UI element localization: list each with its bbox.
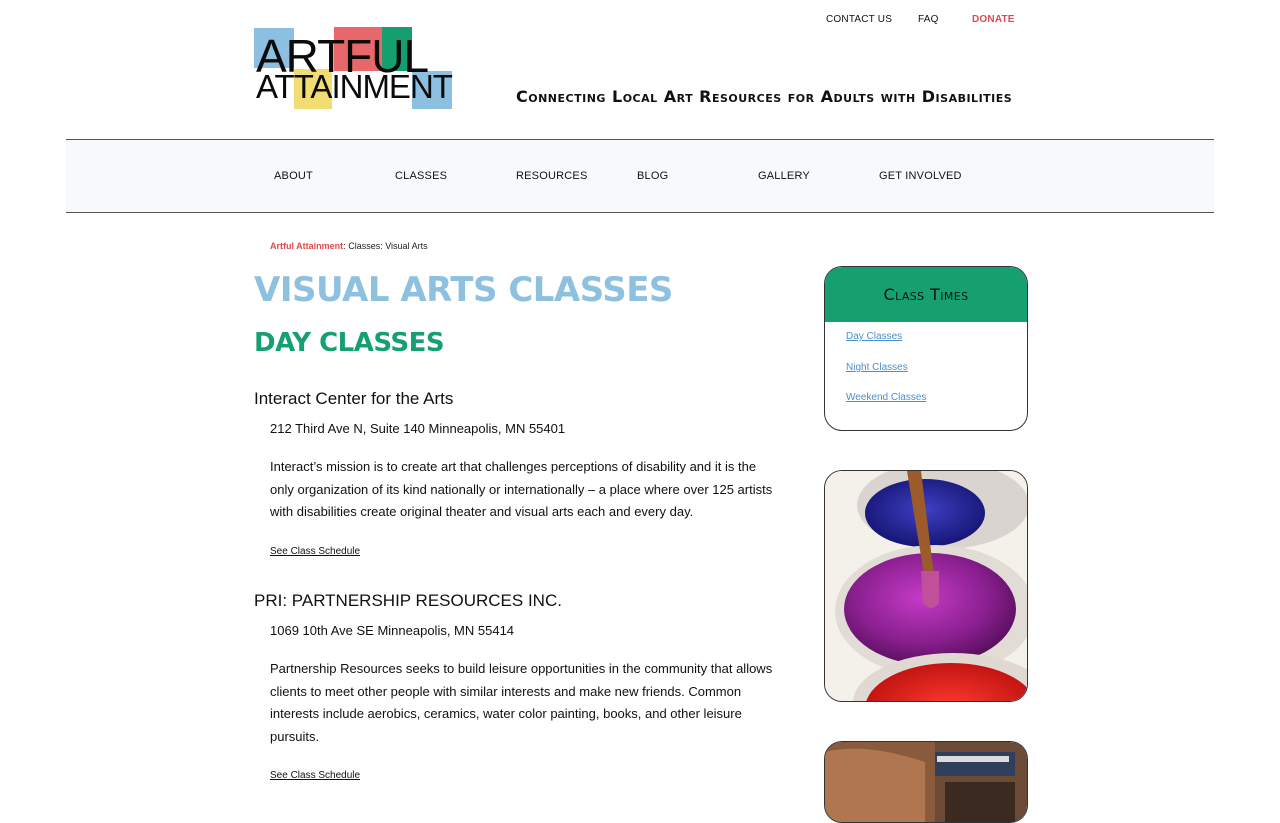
org-description: Partnership Resources seeks to build lei… bbox=[270, 661, 773, 744]
org-address: 212 Third Ave N, Suite 140 Minneapolis, … bbox=[270, 421, 566, 436]
nav-classes[interactable]: CLASSES bbox=[395, 170, 447, 182]
class-times-box: Class Times Day Classes Night Classes We… bbox=[824, 266, 1028, 431]
breadcrumb: Artful Attainment: Classes: Visual Arts bbox=[270, 241, 428, 251]
paint-pots-image bbox=[824, 470, 1028, 702]
org-address: 1069 10th Ave SE Minneapolis, MN 55414 bbox=[270, 623, 515, 638]
see-class-schedule-link[interactable]: See Class Schedule bbox=[270, 770, 360, 781]
nav-gallery[interactable]: GALLERY bbox=[758, 170, 810, 182]
art-photo-image bbox=[824, 741, 1028, 823]
org-name: PRI: PARTNERSHIP RESOURCES INC. bbox=[254, 591, 562, 610]
see-class-schedule-link[interactable]: See Class Schedule bbox=[270, 546, 360, 557]
nav-about[interactable]: ABOUT bbox=[274, 170, 313, 182]
site-logo[interactable]: ARTFUL ATTAINMENT bbox=[254, 27, 454, 111]
nav-resources[interactable]: RESOURCES bbox=[516, 170, 587, 182]
day-classes-link[interactable]: Day Classes bbox=[846, 331, 902, 342]
weekend-classes-link[interactable]: Weekend Classes bbox=[846, 392, 926, 403]
class-times-title: Class Times bbox=[825, 267, 1027, 322]
breadcrumb-separator: : bbox=[343, 241, 346, 251]
org-description: Interact’s mission is to create art that… bbox=[270, 459, 773, 520]
contact-us-link[interactable]: CONTACT US bbox=[826, 14, 892, 25]
section-title: DAY CLASSES bbox=[254, 328, 445, 358]
art-photo-illustration bbox=[825, 742, 1027, 822]
nav-blog[interactable]: BLOG bbox=[637, 170, 668, 182]
night-classes-link[interactable]: Night Classes bbox=[846, 362, 908, 373]
breadcrumb-path: Classes: Visual Arts bbox=[348, 241, 428, 251]
breadcrumb-home-link[interactable]: Artful Attainment bbox=[270, 241, 343, 251]
nav-get-involved[interactable]: GET INVOLVED bbox=[879, 170, 962, 182]
org-name: Interact Center for the Arts bbox=[254, 389, 454, 408]
main-navigation: ABOUT CLASSES RESOURCES BLOG GALLERY GET… bbox=[66, 139, 1214, 213]
site-tagline: Connecting Local Art Resources for Adult… bbox=[516, 87, 1013, 106]
page-title: VISUAL ARTS CLASSES bbox=[254, 270, 673, 310]
paint-pots-illustration bbox=[825, 471, 1027, 701]
donate-link[interactable]: DONATE bbox=[972, 14, 1015, 25]
faq-link[interactable]: FAQ bbox=[918, 14, 939, 25]
logo-text-line2: ATTAINMENT bbox=[256, 68, 453, 105]
